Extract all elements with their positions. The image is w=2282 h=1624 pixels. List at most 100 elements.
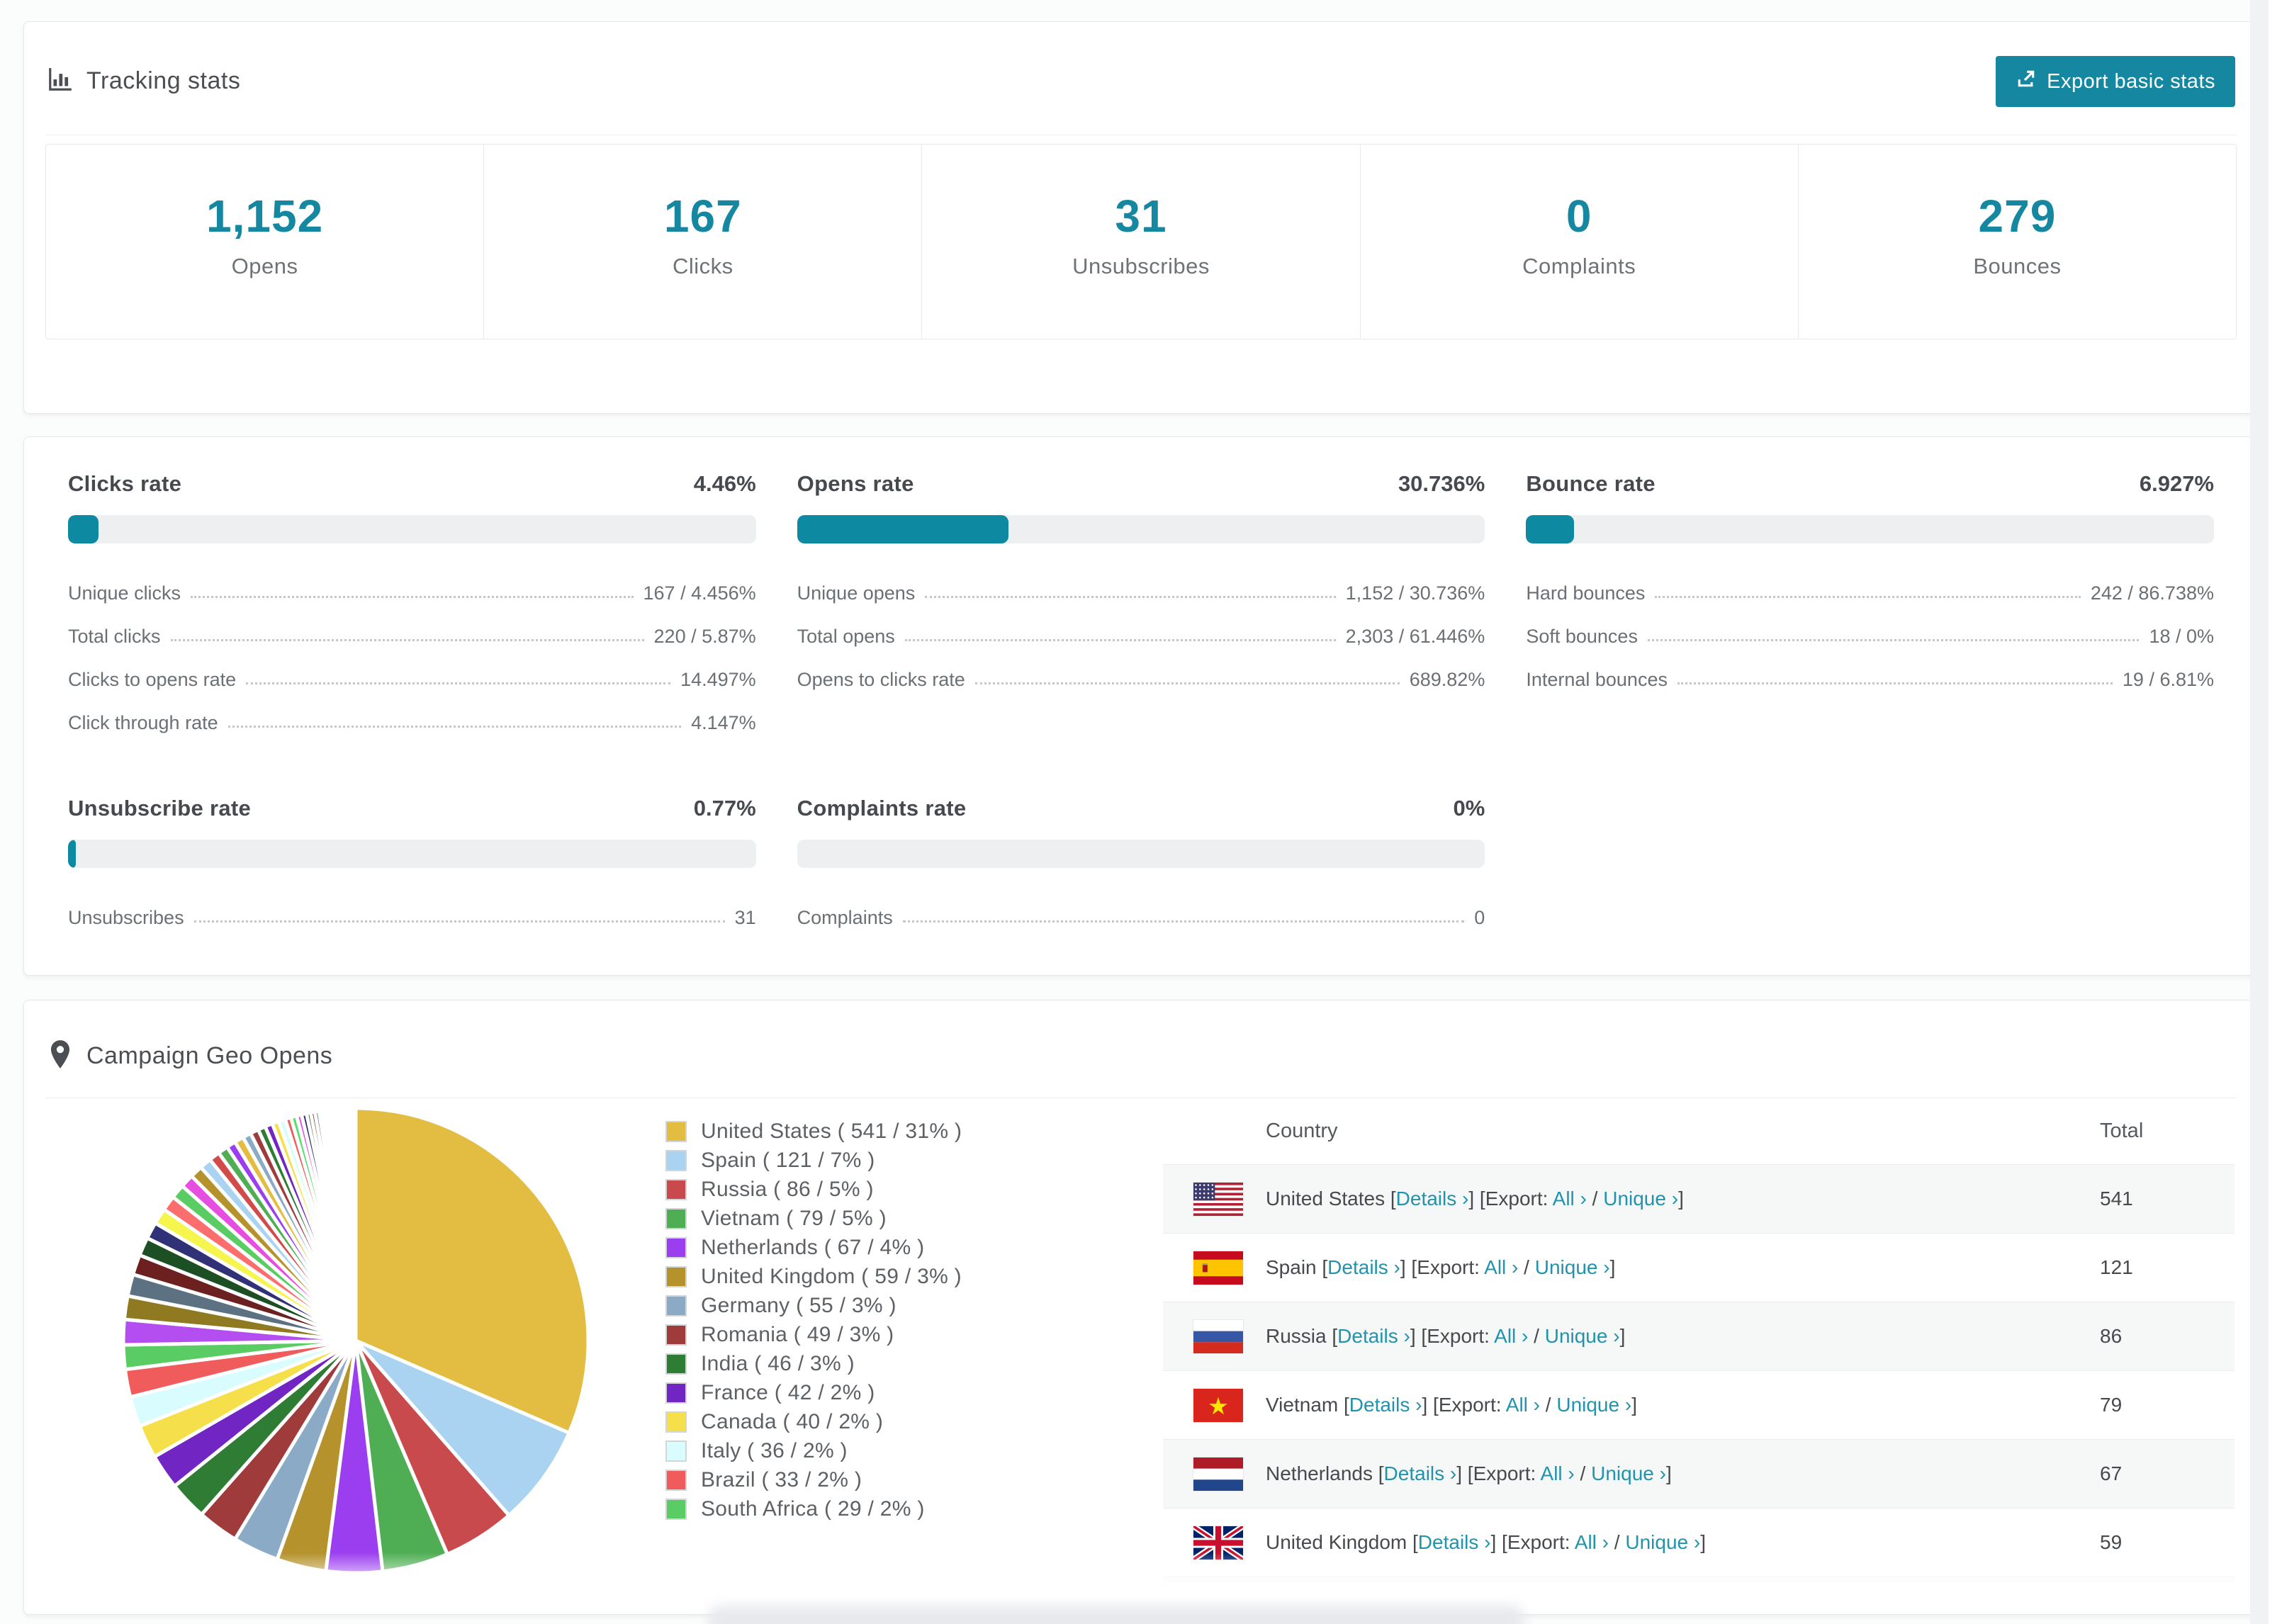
export-all-link[interactable]: All › [1541, 1462, 1575, 1484]
rate-title: Clicks rate [68, 471, 182, 496]
stat-label: Unsubscribes [1072, 254, 1210, 278]
legend-label: Brazil ( 33 / 2% ) [701, 1467, 862, 1492]
legend-item[interactable]: Spain ( 121 / 7% ) [665, 1146, 962, 1175]
rate-row-label: Opens to clicks rate [797, 669, 965, 690]
rate-row-value: 0 [1474, 907, 1485, 928]
rate-row-label: Soft bounces [1526, 626, 1638, 647]
stat-value: 279 [1978, 191, 2057, 242]
export-all-link[interactable]: All › [1553, 1188, 1587, 1209]
total-cell: 86 [2100, 1325, 2123, 1347]
rate-panel-opens-rate: Opens rate 30.736% Unique opens 1,152 / 30.… [797, 471, 1485, 745]
progress-fill [1526, 515, 1574, 543]
legend-item[interactable]: Netherlands ( 67 / 4% ) [665, 1233, 962, 1262]
details-link[interactable]: Details › [1327, 1256, 1400, 1278]
legend-item[interactable]: United Kingdom ( 59 / 3% ) [665, 1262, 962, 1291]
legend-item[interactable]: Brazil ( 33 / 2% ) [665, 1465, 962, 1494]
legend-item[interactable]: Vietnam ( 79 / 5% ) [665, 1204, 962, 1233]
country-cell: United Kingdom [Details ›] [Export: All … [1266, 1531, 1706, 1553]
export-all-link[interactable]: All › [1506, 1394, 1540, 1416]
campaign-geo-opens-card: Campaign Geo Opens United States ( 541 /… [23, 1000, 2259, 1615]
total-cell: 67 [2100, 1462, 2123, 1484]
export-unique-link[interactable]: Unique › [1545, 1325, 1620, 1347]
legend-item[interactable]: Russia ( 86 / 5% ) [665, 1175, 962, 1204]
export-basic-stats-button[interactable]: Export basic stats [1996, 56, 2235, 107]
rate-row-value: 689.82% [1409, 669, 1485, 690]
flag-icon-vn [1193, 1387, 1244, 1423]
details-link[interactable]: Details › [1349, 1394, 1422, 1416]
legend-label: Russia ( 86 / 5% ) [701, 1177, 874, 1201]
table-row-us: United States [Details ›] [Export: All ›… [1163, 1164, 2235, 1233]
dotted-leader [193, 920, 725, 923]
legend-item[interactable]: South Africa ( 29 / 2% ) [665, 1494, 962, 1523]
table-row-gb: United Kingdom [Details ›] [Export: All … [1163, 1508, 2235, 1577]
legend-item[interactable]: Canada ( 40 / 2% ) [665, 1407, 962, 1436]
rate-value: 30.736% [1398, 471, 1485, 496]
legend-swatch [665, 1265, 687, 1287]
progress-fill [68, 840, 76, 868]
rate-row-value: 1,152 / 30.736% [1345, 582, 1485, 604]
stat-value: 1,152 [206, 191, 324, 242]
details-link[interactable]: Details › [1337, 1325, 1410, 1347]
legend-item[interactable]: United States ( 541 / 31% ) [665, 1117, 962, 1146]
details-link[interactable]: Details › [1418, 1531, 1491, 1553]
rate-head: Clicks rate 4.46% [68, 471, 756, 497]
rate-value: 4.46% [693, 471, 756, 496]
legend-swatch [665, 1149, 687, 1171]
details-link[interactable]: Details › [1396, 1188, 1469, 1209]
legend-item[interactable]: France ( 42 / 2% ) [665, 1378, 962, 1407]
rate-row-label: Click through rate [68, 712, 218, 733]
tracking-stats-header: Tracking stats Export basic stats [24, 22, 2258, 135]
export-unique-link[interactable]: Unique › [1566, 1600, 1641, 1614]
export-unique-link[interactable]: Unique › [1591, 1462, 1666, 1484]
rate-row-label: Unique opens [797, 582, 916, 604]
geo-opens-pie-chart[interactable] [118, 1103, 594, 1579]
dotted-leader [1677, 682, 2113, 684]
rate-detail-row: Unique opens 1,152 / 30.736% [797, 572, 1485, 615]
stat-box-clicks: 167 Clicks [484, 145, 923, 339]
export-all-link[interactable]: All › [1575, 1531, 1609, 1553]
flag-icon-us [1193, 1181, 1244, 1217]
pie-slice-63[interactable] [353, 1106, 358, 1341]
rate-detail-row: Unique clicks 167 / 4.456% [68, 572, 756, 615]
dotted-leader [246, 682, 671, 684]
page: Tracking stats Export basic stats 1,152 O… [23, 21, 2259, 1615]
rate-rows: Unique clicks 167 / 4.456% Total clicks 220… [68, 572, 756, 745]
rate-detail-row: Opens to clicks rate 689.82% [797, 658, 1485, 701]
rate-panel-unsubscribe-rate: Unsubscribe rate 0.77% Unsubscribes 31 [68, 796, 756, 940]
legend-item[interactable]: Romania ( 49 / 3% ) [665, 1320, 962, 1349]
details-link[interactable]: Details › [1384, 1462, 1457, 1484]
legend-swatch [665, 1236, 687, 1258]
legend-swatch [665, 1324, 687, 1346]
stat-label: Clicks [672, 254, 734, 278]
legend-label: Romania ( 49 / 3% ) [701, 1322, 894, 1346]
total-cell: 79 [2100, 1394, 2123, 1416]
rate-detail-row: Clicks to opens rate 14.497% [68, 658, 756, 701]
rate-row-label: Internal bounces [1526, 669, 1668, 690]
stat-box-complaints: 0 Complaints [1361, 145, 1799, 339]
export-unique-link[interactable]: Unique › [1556, 1394, 1631, 1416]
rate-rows: Hard bounces 242 / 86.738% Soft bounces 18 … [1526, 572, 2214, 701]
rate-row-value: 167 / 4.456% [643, 582, 756, 604]
scrollbar[interactable] [2250, 0, 2282, 1624]
total-cell: 121 [2100, 1256, 2133, 1278]
rate-detail-row: Internal bounces 19 / 6.81% [1526, 658, 2214, 701]
progress-track [68, 840, 756, 868]
export-unique-link[interactable]: Unique › [1535, 1256, 1610, 1278]
export-unique-link[interactable]: Unique › [1603, 1188, 1678, 1209]
legend-label: South Africa ( 29 / 2% ) [701, 1496, 925, 1521]
legend-item[interactable]: Italy ( 36 / 2% ) [665, 1436, 962, 1465]
rate-row-value: 31 [734, 907, 756, 928]
legend-swatch [665, 1469, 687, 1491]
export-icon [2016, 68, 2037, 95]
rate-row-value: 2,303 / 61.446% [1345, 626, 1485, 647]
table-row-ru: Russia [Details ›] [Export: All › / Uniq… [1163, 1302, 2235, 1370]
export-all-link[interactable]: All › [1494, 1325, 1528, 1347]
legend-item[interactable]: India ( 46 / 3% ) [665, 1349, 962, 1378]
flag-icon-gb [1193, 1525, 1244, 1560]
legend-item[interactable]: Germany ( 55 / 3% ) [665, 1291, 962, 1320]
export-all-link[interactable]: All › [1484, 1256, 1518, 1278]
rate-value: 0.77% [693, 796, 756, 821]
export-unique-link[interactable]: Unique › [1625, 1531, 1700, 1553]
legend-label: Netherlands ( 67 / 4% ) [701, 1235, 925, 1259]
legend-label: Germany ( 55 / 3% ) [701, 1293, 896, 1317]
